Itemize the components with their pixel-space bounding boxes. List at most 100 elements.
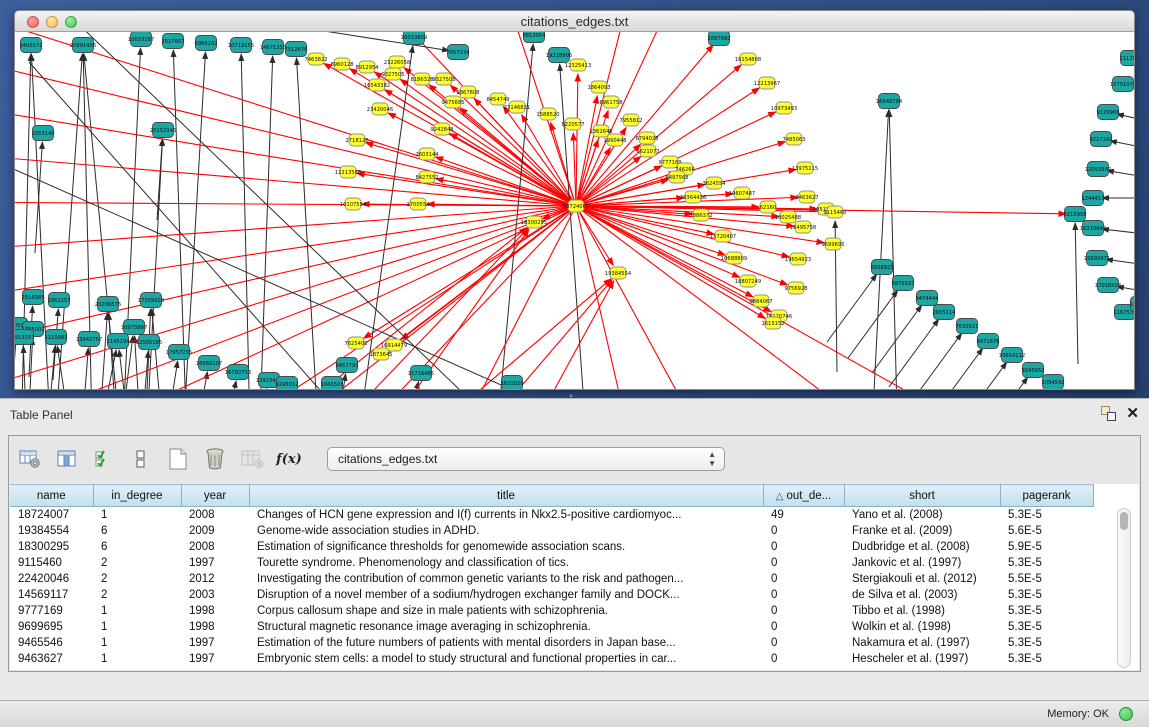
node-label: 7632621: [955, 324, 978, 330]
citation-edge-black: [827, 274, 877, 342]
citation-edge-black: [933, 348, 983, 390]
network-view[interactable]: 1830029574638228960128891295423226058932…: [15, 32, 1134, 389]
citation-edge-red: [435, 157, 576, 206]
citation-edge-red: [576, 74, 578, 206]
node-label: 16495758: [790, 225, 816, 231]
citation-edge-red: [576, 206, 1015, 390]
node-label: 2935114: [932, 310, 956, 316]
node-label: 7512676: [284, 47, 307, 53]
node-table-grid[interactable]: namein_degreeyeartitle△out_de...shortpag…: [10, 484, 1094, 667]
table-panel-header: Table Panel ✕: [0, 399, 1149, 431]
node-label: 9474444: [915, 296, 939, 302]
select-columns-icon[interactable]: [91, 446, 117, 472]
column-header-title[interactable]: title: [249, 485, 763, 507]
node-label: 8215958: [1063, 212, 1086, 218]
column-visibility-icon[interactable]: [54, 446, 80, 472]
citation-edge-black: [258, 56, 273, 390]
float-window-icon[interactable]: [1101, 406, 1116, 421]
table-row[interactable]: 2242004622012Investigating the contribut…: [10, 571, 1093, 587]
network-window[interactable]: citations_edges.txt 18300295746382289601…: [14, 10, 1135, 390]
node-label: 18807249: [735, 279, 761, 285]
node-label: 23226058: [384, 60, 410, 66]
table-row[interactable]: 1830029562008Estimation of significance …: [10, 539, 1093, 555]
node-label: 20891406: [70, 43, 96, 49]
citation-edge-black: [998, 389, 1048, 390]
citation-edge-red: [15, 206, 576, 302]
citation-edge-red: [385, 90, 576, 206]
vertical-scrollbar[interactable]: [1117, 508, 1131, 668]
delete-column-icon[interactable]: [202, 446, 228, 472]
network-window-titlebar[interactable]: citations_edges.txt: [15, 11, 1134, 32]
citation-edge-red: [573, 133, 576, 206]
column-header-short[interactable]: short: [844, 485, 1000, 507]
table-panel-body: f(x) citations_edges.txt ▲▼ namein_degre…: [8, 435, 1141, 672]
citation-edge-red: [576, 156, 641, 206]
scrollbar-thumb[interactable]: [1120, 512, 1128, 530]
citation-edge-red: [15, 206, 576, 352]
column-header-name[interactable]: name: [10, 485, 93, 507]
node-label: 10719155: [228, 43, 254, 49]
citation-edge-red: [15, 202, 576, 206]
close-icon[interactable]: ✕: [1126, 406, 1139, 421]
node-label: 2516065: [21, 295, 44, 301]
table-row[interactable]: 946554611997Estimation of the future num…: [10, 635, 1093, 651]
node-label: 2867608: [456, 90, 479, 96]
citation-network-graph[interactable]: 1830029574638228960128891295423226058932…: [15, 32, 1134, 390]
node-label: 1873645: [369, 352, 392, 358]
table-selector-dropdown[interactable]: citations_edges.txt ▲▼: [327, 447, 725, 471]
table-row[interactable]: 977716911998Corpus callosum shape and si…: [10, 603, 1093, 619]
row-height-icon[interactable]: [128, 446, 154, 472]
node-label: 7625402: [344, 341, 367, 347]
node-label: 19218906: [546, 53, 572, 59]
node-label: 18300295: [521, 220, 547, 226]
column-header-in_degree[interactable]: in_degree: [93, 485, 181, 507]
node-label: 17957255: [166, 350, 192, 356]
table-row[interactable]: 1872400712008Changes of HCN gene express…: [10, 507, 1093, 523]
node-label: 1167533: [1113, 310, 1134, 316]
memory-status-label: Memory: OK: [1047, 708, 1109, 720]
new-column-icon[interactable]: [165, 446, 191, 472]
node-label: 23146821: [504, 105, 530, 111]
table-row[interactable]: 946362711997Embryonic stem cells: a mode…: [10, 651, 1093, 667]
node-label: 10975887: [121, 325, 147, 331]
table-row[interactable]: 911546021997Tourette syndrome. Phenomeno…: [10, 555, 1093, 571]
citation-edge-black: [873, 110, 889, 390]
node-label: 9699695: [821, 242, 844, 248]
table-panel: ▴ Table Panel ✕: [0, 398, 1149, 700]
citation-edge-black: [119, 350, 124, 390]
node-label: 15716485: [408, 371, 434, 377]
node-label: 16210643: [1080, 226, 1106, 232]
node-label: 9129966: [1096, 110, 1119, 116]
table-row[interactable]: 1456911722003Disruption of a novel membe…: [10, 587, 1093, 603]
node-label: 8912954: [355, 65, 379, 71]
citation-edge-black: [266, 389, 267, 390]
node-label: 1864093: [587, 85, 610, 91]
node-label: 12325413: [565, 63, 591, 69]
network-window-title: citations_edges.txt: [15, 14, 1134, 29]
citation-edge-black: [35, 142, 42, 253]
node-label: 2053140: [31, 131, 54, 137]
node-label: 62160: [760, 205, 777, 211]
table-settings-icon[interactable]: [17, 446, 43, 472]
node-label: 1621077: [636, 149, 659, 155]
function-builder-icon[interactable]: f(x): [276, 446, 302, 472]
node-label: 1700554: [406, 202, 430, 208]
node-label: 9457791: [335, 363, 358, 369]
table-row[interactable]: 969969511998Structural magnetic resonanc…: [10, 619, 1093, 635]
table-row[interactable]: 1938455462009Genome-wide association stu…: [10, 523, 1093, 539]
node-label: 12213568: [335, 170, 361, 176]
node-label: 19654923: [785, 257, 811, 263]
status-bar: Memory: OK: [0, 700, 1149, 727]
column-header-out_degree[interactable]: △out_de...: [763, 485, 844, 507]
node-label: 16033809: [401, 35, 427, 41]
citation-edge-black: [560, 64, 589, 390]
node-label: 1615152: [761, 321, 784, 327]
column-header-pagerank[interactable]: pagerank: [1000, 485, 1093, 507]
node-label: 19384554: [605, 271, 632, 277]
column-header-year[interactable]: year: [181, 485, 249, 507]
node-label: 1244413: [1081, 196, 1104, 202]
memory-ok-indicator-icon[interactable]: [1119, 707, 1133, 721]
sort-ascending-icon: △: [776, 491, 784, 502]
citation-edge-black: [1075, 223, 1078, 364]
citation-edge-black: [102, 313, 107, 390]
